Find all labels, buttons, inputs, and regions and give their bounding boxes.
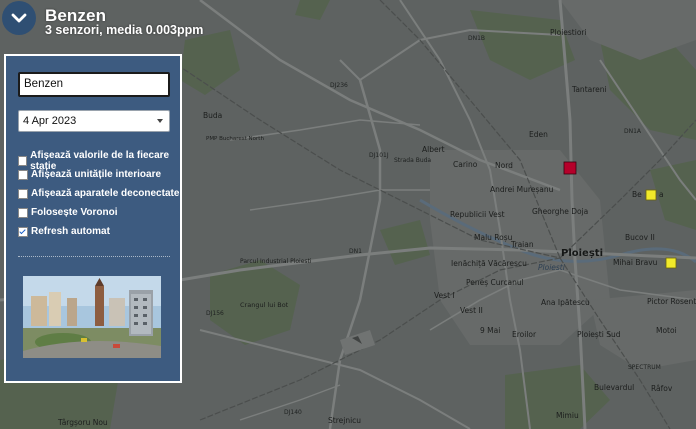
sensor-marker-yellow[interactable] [665, 257, 677, 269]
collapse-panel-button[interactable] [2, 1, 36, 35]
checkbox[interactable] [18, 207, 28, 218]
sensor-marker-red[interactable] [563, 161, 577, 175]
option-label: Folosește Voronoi [31, 207, 118, 218]
pollutant-input-value: Benzen [24, 78, 64, 90]
checkbox-checked[interactable] [18, 226, 28, 237]
label-benzina-suffix: a [659, 190, 664, 199]
control-panel: Benzen 4 Apr 2023 Afișează valorile de l… [4, 54, 182, 383]
label-benzina: Be [632, 190, 642, 199]
road-dn1b: DN1B [468, 35, 485, 42]
label-eroilor: Eroilor [512, 330, 537, 339]
road-dj236: DJ236 [330, 82, 348, 89]
label-ana-ipatescu: Ana Ipătescu [541, 298, 590, 307]
label-ploiesti-sud: Ploiești Sud [577, 330, 621, 339]
label-penes-curcanul: Peneș Curcanul [466, 278, 524, 287]
label-spectrum: SPECTRUM [628, 364, 661, 371]
panel-divider [18, 256, 170, 257]
label-mihai-bravu: Mihai Bravu [613, 258, 658, 267]
label-buda: Buda [203, 111, 222, 120]
option-use-voronoi[interactable]: Folosește Voronoi [18, 207, 118, 218]
pollutant-input[interactable]: Benzen [18, 72, 170, 97]
label-9-mai: 9 Mai [480, 326, 500, 335]
label-mimiu: Mimiu [556, 411, 579, 420]
sensor-marker-yellow[interactable] [645, 189, 657, 201]
label-albert: Albert [422, 145, 445, 154]
option-auto-refresh[interactable]: Refresh automat [18, 226, 110, 237]
option-label: Refresh automat [31, 226, 110, 237]
label-motoi: Motoi [656, 326, 677, 335]
label-rafov: Râfov [651, 384, 673, 393]
label-vest-i: Vest I [434, 291, 455, 300]
label-eden: Eden [529, 130, 548, 139]
label-tantareni: Tantareni [571, 85, 607, 94]
option-label: Afișează unitățile interioare [31, 169, 162, 180]
checkbox[interactable] [18, 169, 28, 180]
label-carino: Carino [453, 160, 478, 169]
road-strada-buda: Strada Buda [394, 157, 431, 164]
checkbox[interactable] [18, 156, 28, 166]
label-republicii-vest: Republicii Vest [450, 210, 505, 219]
road-dj156: DJ156 [206, 310, 224, 317]
label-crangul: Crangul lui Bot [240, 301, 289, 309]
date-select-value: 4 Apr 2023 [23, 115, 77, 127]
label-vest-ii: Vest II [460, 306, 483, 315]
road-dn1: DN1 [349, 248, 362, 255]
label-malu-rosu: Malu Roșu [474, 233, 513, 242]
road-dj140: DJ140 [284, 409, 302, 416]
label-strejnicu: Strejnicu [328, 416, 361, 425]
city-photo [23, 276, 161, 358]
label-pictor-rosenthal: Pictor Rosenth [647, 297, 696, 306]
option-show-disconnected[interactable]: Afișează aparatele deconectate [18, 188, 179, 199]
label-bulevardul: Bulevardul [594, 383, 634, 392]
label-pmp: PMP Bucharest North [206, 136, 264, 142]
dropdown-caret-icon [157, 119, 163, 123]
chevron-down-icon [11, 13, 27, 23]
label-parcul: Parcul Industrial Ploiesti [240, 258, 312, 265]
option-show-indoor-units[interactable]: Afișează unitățile interioare [18, 169, 161, 180]
road-dj101j: DJ101J [369, 152, 389, 159]
checkbox[interactable] [18, 188, 28, 199]
city-label-ploiesti: Ploiești [561, 248, 603, 259]
date-select[interactable]: 4 Apr 2023 [18, 110, 170, 132]
label-targsoru-nou: Târgșoru Nou [57, 418, 108, 427]
label-nord: Nord [495, 161, 513, 170]
label-andrei-muresanu: Andrei Mureșanu [490, 185, 554, 194]
river-label: Ploiesti [538, 263, 566, 272]
summary-subtitle: 3 senzori, media 0.003ppm [45, 23, 204, 37]
option-label: Afișează aparatele deconectate [31, 188, 180, 199]
label-traian: Traian [510, 240, 534, 249]
road-dn1a: DN1A [624, 128, 642, 135]
label-ploiestiori: Ploiestiori [550, 28, 587, 37]
label-gheorghe-doja: Gheorghe Doja [532, 207, 588, 216]
label-ienachita: Ienăchiță Văcărescu [451, 259, 527, 269]
label-bucov-ii: Bucov II [625, 233, 655, 242]
